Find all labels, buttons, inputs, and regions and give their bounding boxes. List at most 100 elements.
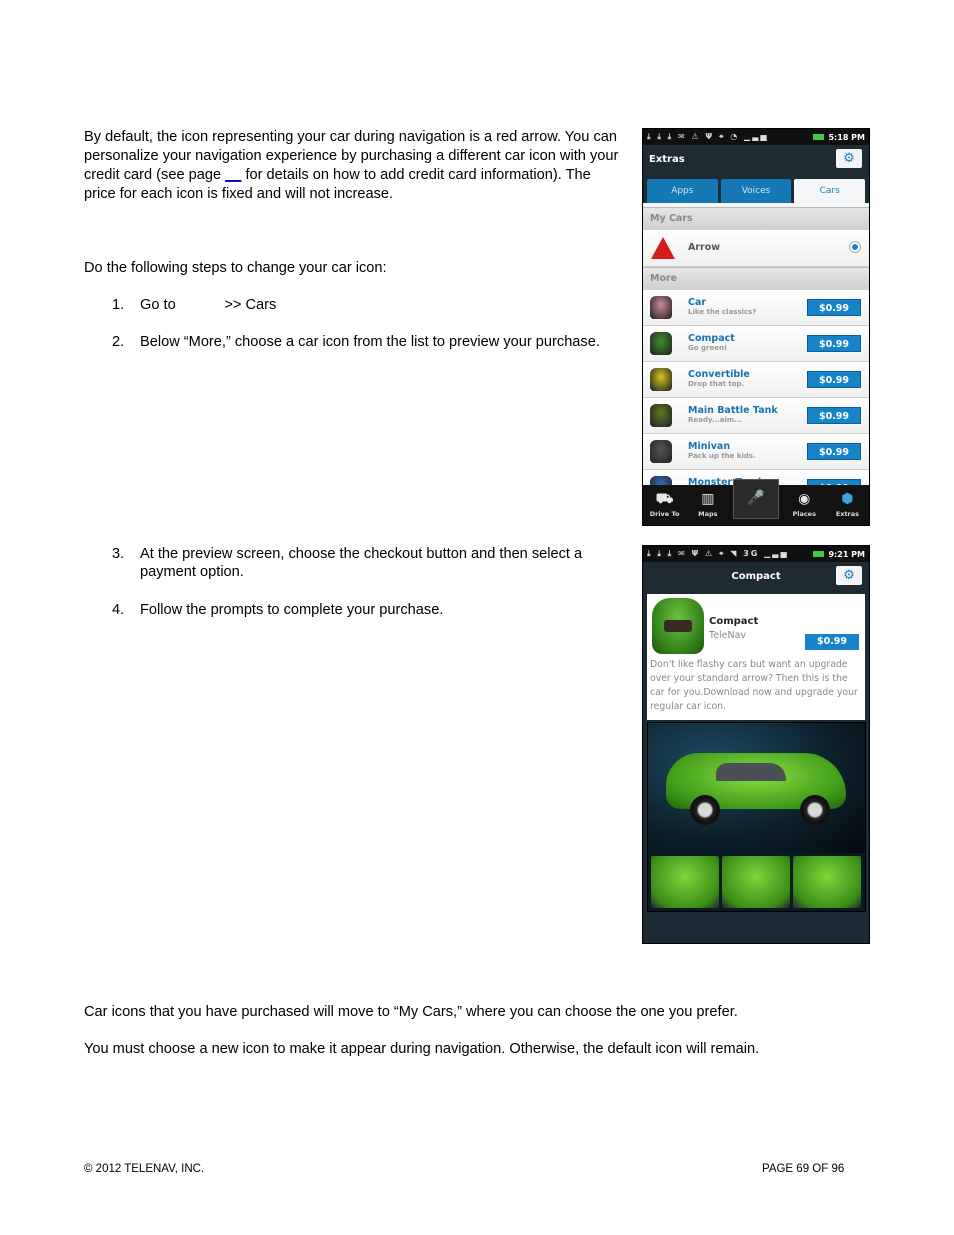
footer-copyright: © 2012 TELENAV, INC. — [84, 1163, 205, 1175]
car-tagline: Like the classics? — [688, 308, 757, 316]
gear-icon[interactable]: ⚙ — [836, 149, 862, 168]
thumbnail-bumper[interactable] — [722, 856, 790, 908]
title-bar: Extras ⚙ — [643, 145, 869, 173]
list-item-car[interactable]: Compact Go green! $0.99 — [643, 326, 869, 362]
selected-radio[interactable] — [849, 241, 861, 253]
nav-drive-to[interactable]: ⛟ Drive To — [643, 485, 686, 525]
price-button[interactable]: $0.99 — [807, 443, 861, 460]
battery-icon — [813, 134, 825, 140]
nav-label: Maps — [698, 510, 718, 518]
car-hero-image — [648, 723, 865, 853]
car-icon: ⛟ — [655, 491, 674, 507]
microphone-icon: 🎤 — [747, 490, 765, 506]
price-button[interactable]: $0.99 — [807, 407, 861, 424]
compact-car-icon — [652, 598, 704, 654]
car-thumbnail-icon — [650, 440, 672, 463]
nav-extras[interactable]: ⬢ Extras — [826, 485, 869, 525]
screen-title: Extras — [649, 153, 685, 165]
price-button[interactable]: $0.99 — [807, 335, 861, 352]
step-number: 2. — [112, 334, 125, 350]
list-item-car[interactable]: Minivan Pack up the kids. $0.99 — [643, 434, 869, 470]
car-tagline: Go green! — [688, 344, 728, 352]
car-thumbnail-icon — [650, 368, 672, 391]
status-bar: ⤓ ⤓ ⤓ ✉ Ψ ⚠ ⌖ ◥ 3G ▁▃▅ 9:21 PM — [643, 546, 869, 562]
compact-preview-screenshot: ⤓ ⤓ ⤓ ✉ Ψ ⚠ ⌖ ◥ 3G ▁▃▅ 9:21 PM Compact ⚙… — [642, 545, 870, 944]
price-button[interactable]: $0.99 — [807, 371, 861, 388]
extras-cars-screenshot: ⤓ ⤓ ⤓ ✉ ⚠ Ψ ⌖ ◔ ▁▃▅ 5:18 PM Extras ⚙ App… — [642, 128, 870, 526]
map-icon: ▥ — [701, 491, 715, 507]
closing-paragraph-2: You must choose a new icon to make it ap… — [84, 1041, 760, 1057]
intro-text: credit card (see page — [84, 167, 226, 183]
car-name: Convertible — [688, 369, 750, 380]
product-description: Don't like flashy cars but want an upgra… — [650, 659, 858, 712]
list-item-car[interactable]: Main Battle Tank Ready...aim... $0.99 — [643, 398, 869, 434]
car-window — [716, 763, 786, 781]
intro-line: credit card (see page __ for details on … — [84, 166, 618, 185]
buy-price-button[interactable]: $0.99 — [805, 634, 859, 650]
red-arrow-icon — [651, 237, 675, 259]
tab-bar: Apps Voices Cars — [643, 173, 869, 203]
car-tagline: Ready...aim... — [688, 416, 743, 424]
list-item-arrow[interactable]: Arrow — [643, 230, 869, 267]
car-thumbnail-icon — [650, 296, 672, 319]
nav-label: Places — [792, 510, 816, 518]
step-text-line: At the preview screen, choose the checko… — [140, 546, 583, 562]
footer-page-number: PAGE 69 OF 96 — [762, 1163, 845, 1175]
car-thumbnail-icon — [650, 404, 672, 427]
status-bar: ⤓ ⤓ ⤓ ✉ ⚠ Ψ ⌖ ◔ ▁▃▅ 5:18 PM — [643, 129, 869, 145]
car-thumbnail-icon — [650, 332, 672, 355]
pin-icon: ◉ — [798, 491, 811, 507]
tab-apps[interactable]: Apps — [647, 179, 718, 203]
car-tagline: Pack up the kids. — [688, 452, 756, 460]
tab-cars[interactable]: Cars — [794, 179, 866, 203]
section-header-my-cars: My Cars — [643, 207, 869, 230]
car-name: Car — [688, 297, 707, 308]
list-item-car[interactable]: Car Like the classics? $0.99 — [643, 290, 869, 326]
steps-intro: Do the following steps to change your ca… — [84, 260, 387, 276]
intro-text: for details on how to add credit card in… — [241, 167, 591, 183]
battery-icon — [813, 551, 825, 557]
intro-line: price for each icon is fixed and will no… — [84, 186, 394, 202]
preview-gallery — [647, 722, 866, 912]
thumbnail-side[interactable] — [793, 856, 861, 908]
step-text: Below “More,” choose a car icon from the… — [140, 334, 600, 350]
thumbnail-strip — [651, 856, 861, 908]
list-item-car[interactable]: Convertible Drop that top. $0.99 — [643, 362, 869, 398]
screen-title: Compact — [731, 570, 781, 582]
nav-label: Extras — [835, 510, 860, 518]
product-name: Compact — [709, 616, 759, 627]
car-name: Minivan — [688, 441, 731, 452]
page-reference-link[interactable]: __ — [225, 167, 241, 183]
product-publisher: TeleNav — [709, 630, 747, 641]
step-number: 4. — [112, 602, 125, 618]
intro-paragraph: By default, the icon representing your c… — [84, 128, 618, 204]
intro-line: By default, the icon representing your c… — [84, 129, 617, 145]
nav-label: Drive To — [649, 510, 680, 518]
status-icons: ⤓ ⤓ ⤓ ✉ Ψ ⚠ ⌖ ◥ 3G ▁▃▅ — [647, 549, 789, 558]
status-time: 9:21 PM — [828, 549, 865, 559]
car-tagline: Drop that top. — [688, 380, 745, 388]
thumbnail-rear[interactable] — [651, 856, 719, 908]
car-wheel — [800, 795, 830, 825]
step-text: Go to >> Cars — [140, 297, 277, 313]
gear-icon[interactable]: ⚙ — [836, 566, 862, 585]
nav-places[interactable]: ◉ Places — [783, 485, 826, 525]
section-header-more: More — [643, 267, 869, 290]
cube-icon: ⬢ — [841, 491, 854, 507]
car-name: Arrow — [688, 242, 721, 253]
more-car-list: Car Like the classics? $0.99 Compact Go gree… — [643, 290, 869, 506]
status-icons: ⤓ ⤓ ⤓ ✉ ⚠ Ψ ⌖ ◔ ▁▃▅ — [647, 132, 769, 141]
nav-voice[interactable]: 🎤 — [733, 479, 779, 519]
car-name: Compact — [688, 333, 735, 344]
status-time: 5:18 PM — [828, 132, 865, 142]
step-text: Follow the prompts to complete your purc… — [140, 602, 444, 618]
nav-maps[interactable]: ▥ Maps — [686, 485, 729, 525]
step-number: 1. — [112, 297, 125, 313]
step-text-line: payment option. — [140, 564, 244, 580]
car-name: Main Battle Tank — [688, 405, 778, 416]
intro-line: personalize your navigation experience b… — [84, 148, 619, 164]
title-bar: Compact ⚙ — [643, 562, 869, 590]
price-button[interactable]: $0.99 — [807, 299, 861, 316]
bottom-navigation: ⛟ Drive To ▥ Maps 🎤 ◉ Places ⬢ Extras — [643, 479, 869, 525]
tab-voices[interactable]: Voices — [720, 179, 792, 203]
